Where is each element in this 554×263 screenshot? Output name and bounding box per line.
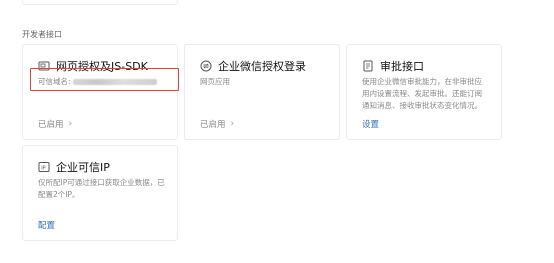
status-enabled[interactable]: 已启用 › bbox=[38, 118, 72, 130]
chevron-right-icon: › bbox=[68, 119, 73, 129]
status-label: 已启用 bbox=[38, 120, 64, 130]
ip-icon: IP bbox=[38, 161, 50, 173]
card-web-auth-jssdk[interactable]: 网页授权及JS-SDK 可信域名: 已启用 › bbox=[22, 44, 178, 140]
approval-doc-icon bbox=[362, 60, 374, 72]
status-label: 已启用 bbox=[200, 120, 226, 130]
previous-card-edge bbox=[22, 0, 178, 5]
card-description: 使用企业微信审批能力，在非审批应用内设置流程、发起审批。还能订阅通知消息、接收审… bbox=[362, 77, 482, 110]
card-trusted-ip[interactable]: IP 企业可信IP 仅所配IP可通过接口获取企业数据，已配置2个IP。 配置 bbox=[22, 145, 178, 241]
sync-icon bbox=[200, 60, 212, 72]
card-description: 仅所配IP可通过接口获取企业数据，已配置2个IP。 bbox=[38, 178, 165, 199]
card-title: 企业微信授权登录 bbox=[218, 60, 306, 73]
card-description: 网页应用 bbox=[200, 77, 230, 86]
card-title: 企业可信IP bbox=[56, 161, 110, 174]
card-approval-api[interactable]: 审批接口 使用企业微信审批能力，在非审批应用内设置流程、发起审批。还能订阅通知消… bbox=[346, 44, 502, 140]
card-wecom-auth-login[interactable]: 企业微信授权登录 网页应用 已启用 › bbox=[184, 44, 340, 140]
settings-link[interactable]: 设置 bbox=[362, 118, 379, 130]
card-title: 审批接口 bbox=[380, 60, 424, 73]
status-enabled[interactable]: 已启用 › bbox=[200, 118, 234, 130]
svg-text:IP: IP bbox=[41, 165, 46, 171]
highlight-annotation bbox=[30, 68, 179, 91]
section-title: 开发者接口 bbox=[22, 30, 62, 39]
configure-link[interactable]: 配置 bbox=[38, 219, 55, 231]
chevron-right-icon: › bbox=[230, 119, 235, 129]
